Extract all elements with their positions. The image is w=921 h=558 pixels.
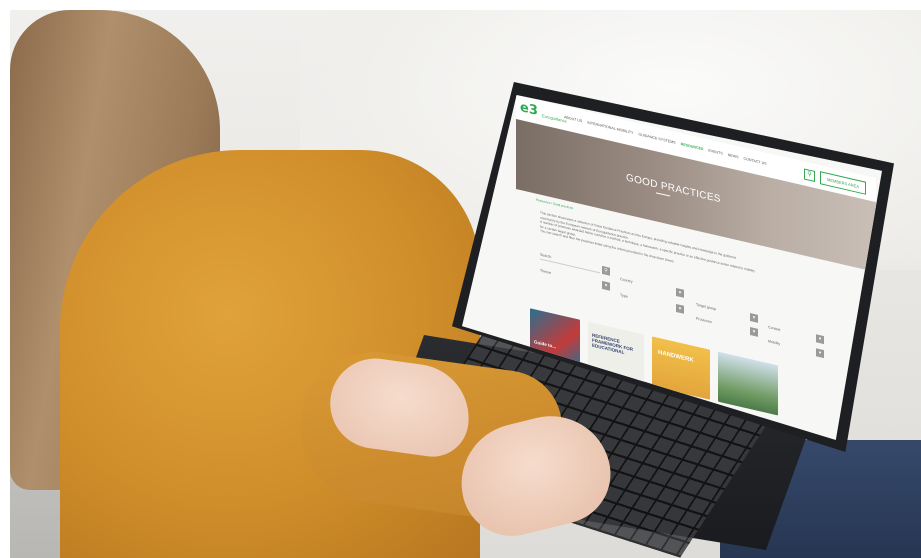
card-title: HANDWERK [658,349,694,365]
search-icon[interactable]: ⚲ [804,168,815,183]
country-select[interactable]: Country [620,277,633,284]
context-select[interactable]: Context [768,325,780,332]
mobility-select[interactable]: Mobility [768,339,780,346]
nav-item-guidance-systems[interactable]: GUIDANCE SYSTEMS [638,132,675,145]
photo-scene: e3 Euroguidance ABOUT US INTERNATIONAL M… [0,0,921,558]
site-logo-subtitle: Euroguidance [542,113,567,124]
chevron-down-icon[interactable]: ▾ [750,327,758,337]
nav-item-events[interactable]: EVENTS [708,148,722,155]
site-logo[interactable]: e3 [520,100,538,119]
chevron-down-icon[interactable]: ▾ [816,334,824,345]
target-group-select[interactable]: Target group [696,303,716,312]
theme-select[interactable]: Theme [540,269,551,276]
nav-item-resources[interactable]: RESOURCES [681,142,704,151]
nav-item-contact[interactable]: CONTACT US [744,157,767,166]
type-select[interactable]: Type [620,293,628,299]
chevron-down-icon[interactable]: ▾ [602,280,610,291]
search-submit-button[interactable]: ⚲ [602,265,610,276]
provinces-select[interactable]: Provinces [696,317,712,325]
top-border [0,0,921,10]
nav-item-mobility[interactable]: INTERNATIONAL MOBILITY [587,120,633,135]
card-title: REFERENCE FRAMEWORK FOR EDUCATIONAL [592,332,633,356]
chevron-down-icon[interactable]: ▾ [676,287,684,298]
chevron-down-icon[interactable]: ▾ [816,348,824,359]
chevron-down-icon[interactable]: ▾ [676,303,684,314]
card-title: Guide to... [534,339,556,350]
practice-card[interactable] [718,351,778,416]
left-border [0,0,10,558]
chevron-down-icon[interactable]: ▾ [750,313,758,323]
nav-item-news[interactable]: NEWS [728,153,739,159]
